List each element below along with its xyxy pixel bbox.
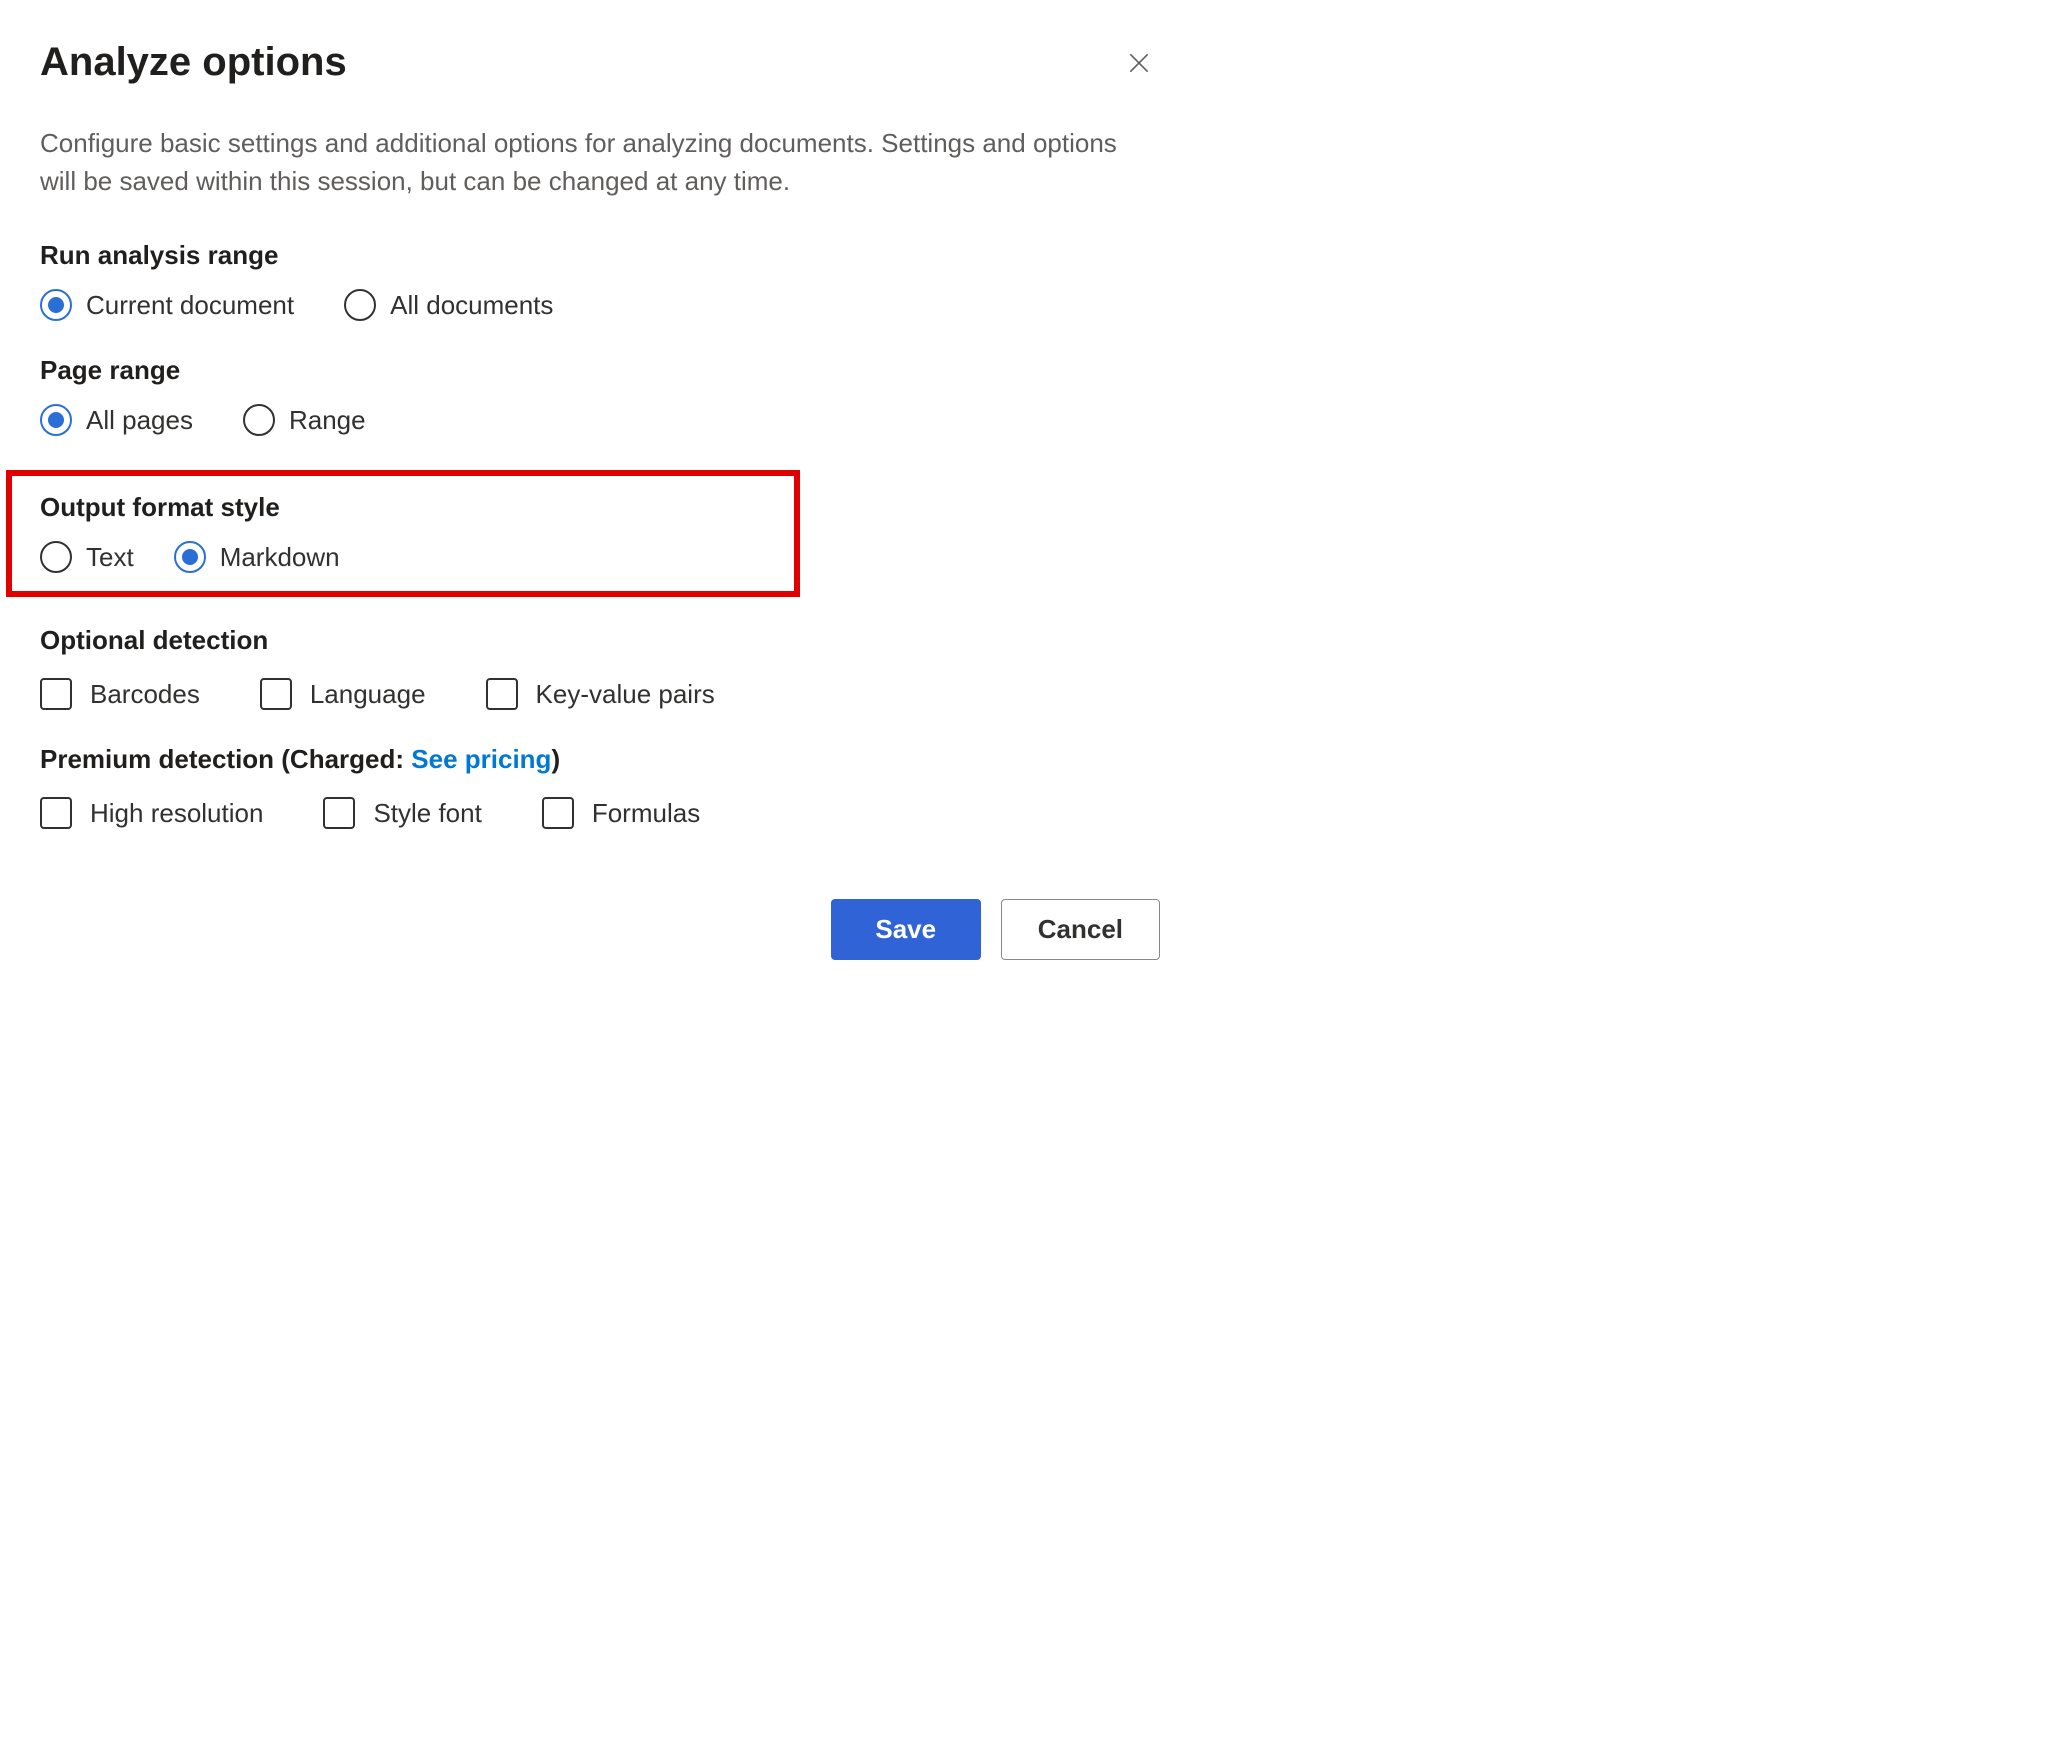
checkbox-icon <box>40 797 72 829</box>
checkbox-formulas[interactable]: Formulas <box>542 797 700 829</box>
radio-all-documents[interactable]: All documents <box>344 289 553 321</box>
radio-label: Current document <box>86 290 294 321</box>
checkbox-style-font[interactable]: Style font <box>323 797 481 829</box>
checkbox-label: Style font <box>373 798 481 829</box>
radio-label: Text <box>86 542 134 573</box>
output-format-title: Output format style <box>40 492 774 523</box>
page-range-section: Page range All pages Range <box>40 355 1160 436</box>
radio-icon <box>40 541 72 573</box>
output-format-radio-group: Text Markdown <box>40 537 774 573</box>
radio-icon <box>40 289 72 321</box>
checkbox-icon <box>40 678 72 710</box>
dialog-header: Analyze options <box>40 40 1160 85</box>
premium-detection-group: High resolution Style font Formulas <box>40 789 1160 829</box>
radio-current-document[interactable]: Current document <box>40 289 294 321</box>
premium-detection-title: Premium detection (Charged: See pricing) <box>40 744 1160 775</box>
checkbox-icon <box>486 678 518 710</box>
close-button[interactable] <box>1118 42 1160 84</box>
premium-detection-section: Premium detection (Charged: See pricing)… <box>40 744 1160 829</box>
premium-title-suffix: ) <box>551 744 560 774</box>
page-range-title: Page range <box>40 355 1160 386</box>
checkbox-barcodes[interactable]: Barcodes <box>40 678 200 710</box>
analysis-range-section: Run analysis range Current document All … <box>40 240 1160 321</box>
optional-detection-title: Optional detection <box>40 625 1160 656</box>
optional-detection-section: Optional detection Barcodes Language Key… <box>40 625 1160 710</box>
checkbox-high-resolution[interactable]: High resolution <box>40 797 263 829</box>
see-pricing-link[interactable]: See pricing <box>411 744 551 774</box>
dialog-title: Analyze options <box>40 40 347 85</box>
analyze-options-dialog: Analyze options Configure basic settings… <box>0 0 1200 1010</box>
checkbox-icon <box>323 797 355 829</box>
checkbox-label: Language <box>310 679 426 710</box>
checkbox-key-value-pairs[interactable]: Key-value pairs <box>486 678 715 710</box>
radio-icon <box>243 404 275 436</box>
dialog-footer: Save Cancel <box>40 899 1160 960</box>
checkbox-label: High resolution <box>90 798 263 829</box>
radio-output-markdown[interactable]: Markdown <box>174 541 340 573</box>
radio-icon <box>344 289 376 321</box>
optional-detection-group: Barcodes Language Key-value pairs <box>40 670 1160 710</box>
checkbox-icon <box>260 678 292 710</box>
radio-label: Markdown <box>220 542 340 573</box>
premium-title-prefix: Premium detection (Charged: <box>40 744 411 774</box>
radio-label: All pages <box>86 405 193 436</box>
radio-page-range[interactable]: Range <box>243 404 366 436</box>
checkbox-icon <box>542 797 574 829</box>
output-format-section: Output format style Text Markdown <box>40 492 774 573</box>
page-range-radio-group: All pages Range <box>40 400 1160 436</box>
radio-output-text[interactable]: Text <box>40 541 134 573</box>
radio-label: Range <box>289 405 366 436</box>
radio-label: All documents <box>390 290 553 321</box>
save-button[interactable]: Save <box>831 899 981 960</box>
radio-icon <box>40 404 72 436</box>
radio-all-pages[interactable]: All pages <box>40 404 193 436</box>
checkbox-label: Formulas <box>592 798 700 829</box>
analysis-range-title: Run analysis range <box>40 240 1160 271</box>
output-format-highlight: Output format style Text Markdown <box>6 470 800 597</box>
close-icon <box>1126 50 1152 76</box>
cancel-button[interactable]: Cancel <box>1001 899 1160 960</box>
checkbox-label: Key-value pairs <box>536 679 715 710</box>
checkbox-label: Barcodes <box>90 679 200 710</box>
radio-icon <box>174 541 206 573</box>
checkbox-language[interactable]: Language <box>260 678 426 710</box>
dialog-description: Configure basic settings and additional … <box>40 125 1160 200</box>
analysis-range-radio-group: Current document All documents <box>40 285 1160 321</box>
